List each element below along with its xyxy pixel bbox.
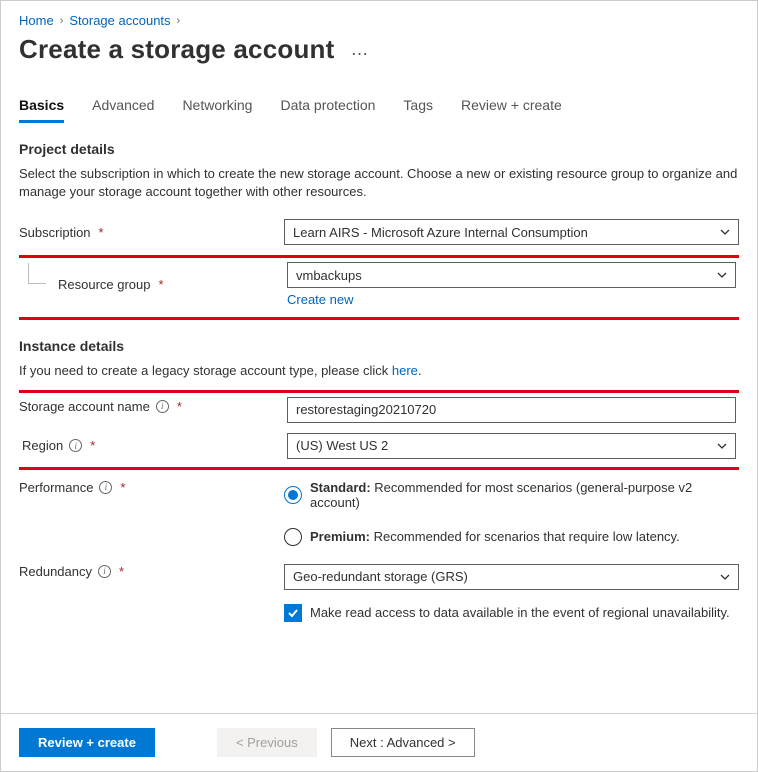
resource-group-label: Resource group*: [22, 277, 287, 292]
instance-details-heading: Instance details: [19, 338, 739, 354]
performance-standard-radio[interactable]: Standard: Recommended for most scenarios…: [284, 480, 739, 510]
project-details-heading: Project details: [19, 141, 739, 157]
breadcrumb-home[interactable]: Home: [19, 13, 54, 28]
chevron-right-icon: ›: [60, 15, 64, 27]
tab-networking[interactable]: Networking: [182, 93, 252, 123]
breadcrumb: Home › Storage accounts ›: [19, 13, 739, 28]
project-details-description: Select the subscription in which to crea…: [19, 165, 739, 201]
chevron-right-icon: ›: [177, 15, 181, 27]
tab-tags[interactable]: Tags: [403, 93, 433, 123]
redundancy-select[interactable]: Geo-redundant storage (GRS): [284, 564, 739, 590]
radio-selected-icon: [284, 486, 302, 504]
previous-button: < Previous: [217, 728, 317, 757]
chevron-down-icon: [717, 270, 727, 280]
instance-details-description: If you need to create a legacy storage a…: [19, 362, 739, 380]
next-button[interactable]: Next : Advanced >: [331, 728, 475, 757]
performance-premium-radio[interactable]: Premium: Recommended for scenarios that …: [284, 528, 739, 546]
more-icon[interactable]: …: [346, 39, 374, 60]
legacy-here-link[interactable]: here: [392, 363, 418, 378]
redundancy-label: Redundancy *: [19, 564, 284, 579]
breadcrumb-storage-accounts[interactable]: Storage accounts: [69, 13, 170, 28]
storage-account-name-label: Storage account name *: [19, 399, 284, 414]
storage-account-name-input[interactable]: restorestaging20210720: [287, 397, 736, 423]
region-select[interactable]: (US) West US 2: [287, 433, 736, 459]
chevron-down-icon: [720, 227, 730, 237]
footer: Review + create < Previous Next : Advanc…: [19, 728, 739, 757]
page-title: Create a storage account: [19, 34, 334, 65]
chevron-down-icon: [720, 572, 730, 582]
subscription-label: Subscription*: [19, 225, 284, 240]
read-access-checkbox[interactable]: Make read access to data available in th…: [284, 604, 739, 622]
performance-label: Performance *: [19, 480, 284, 495]
resource-group-highlight: Resource group* vmbackups Create new: [19, 255, 739, 320]
info-icon[interactable]: [99, 481, 112, 494]
tab-basics[interactable]: Basics: [19, 93, 64, 123]
tab-review[interactable]: Review + create: [461, 93, 562, 123]
tab-data-protection[interactable]: Data protection: [280, 93, 375, 123]
subscription-select[interactable]: Learn AIRS - Microsoft Azure Internal Co…: [284, 219, 739, 245]
review-create-button[interactable]: Review + create: [19, 728, 155, 757]
footer-separator: [1, 713, 757, 714]
chevron-down-icon: [717, 441, 727, 451]
checkbox-checked-icon: [284, 604, 302, 622]
info-icon[interactable]: [156, 400, 169, 413]
region-label: Region *: [22, 438, 287, 453]
info-icon[interactable]: [69, 439, 82, 452]
resource-group-select[interactable]: vmbackups: [287, 262, 736, 288]
info-icon[interactable]: [98, 565, 111, 578]
radio-icon: [284, 528, 302, 546]
create-new-link[interactable]: Create new: [287, 292, 736, 307]
tabs: Basics Advanced Networking Data protecti…: [19, 93, 739, 123]
tab-advanced[interactable]: Advanced: [92, 93, 154, 123]
